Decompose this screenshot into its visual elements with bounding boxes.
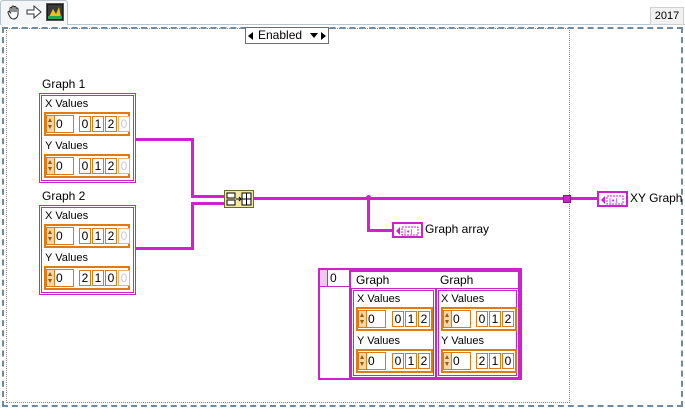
index-spinner-icon[interactable] [359,353,367,369]
element-0-y-index[interactable]: 0 [358,352,386,370]
element-0-y-value[interactable]: 1 [405,353,417,369]
case-selector-label: Enabled [258,28,303,42]
element-1-label: Graph [440,273,474,287]
graph2-y-value[interactable]: 0 [105,270,117,286]
element-1-y-value[interactable]: 0 [502,353,514,369]
toolbar-separator [68,24,685,25]
element-1-x-value[interactable]: 0 [476,311,488,327]
wire-junction [366,195,371,200]
wire-graph2-h[interactable] [135,247,194,250]
graph2-x-label: X Values [45,210,89,222]
case-selector[interactable]: Enabled [245,27,329,44]
wire-graph1-h[interactable] [135,138,194,141]
element-0-y-value[interactable]: 0 [392,353,404,369]
wire-build-array-out[interactable] [254,197,597,200]
wire-graph1-v[interactable] [191,138,194,198]
build-array-node[interactable] [224,190,254,208]
svg-text:I•I: I•I [404,228,412,236]
build-array-icon [226,192,252,206]
xy-graph-label: XY Graph [630,191,683,205]
element-1-x-label: X Values [441,293,485,305]
index-spinner-icon[interactable] [47,158,55,174]
cluster-terminal-icon: I•I [396,226,419,236]
graph-array-label: Graph array [425,222,490,236]
graph2-y-value[interactable]: 0 [118,270,130,286]
graph-array-terminal[interactable]: I•I [392,222,423,238]
element-1-y-value[interactable]: 1 [489,353,501,369]
element-1-y-value[interactable]: 2 [476,353,488,369]
array-index-box[interactable]: 0 [319,269,351,287]
graph2-y-value[interactable]: 2 [79,270,91,286]
vi-icon[interactable] [46,3,64,21]
arrow-right-icon[interactable] [26,4,42,20]
element-0-x-label: X Values [357,293,401,305]
graph1-x-value[interactable]: 0 [118,116,130,132]
svg-text:I•I: I•I [609,197,617,205]
element-0-x-index[interactable]: 0 [358,310,386,328]
cluster-terminal-icon: I•I [601,195,624,205]
element-1-x-value[interactable]: 2 [502,311,514,327]
index-spinner-icon[interactable] [47,270,55,286]
graph1-x-value[interactable]: 2 [105,116,117,132]
graph1-y-label: Y Values [45,140,89,152]
element-1-x-index[interactable]: 0 [443,310,471,328]
wire-branch-v[interactable] [367,197,370,232]
hand-icon[interactable] [6,4,22,20]
graph2-x-value[interactable]: 2 [105,228,117,244]
index-spinner-icon[interactable] [444,311,452,327]
index-spinner-icon[interactable] [47,116,55,132]
element-1-y-index[interactable]: 0 [443,352,471,370]
index-spinner-icon[interactable] [359,311,367,327]
graph1-x-index[interactable]: 0 [46,115,74,133]
graph1-x-label: X Values [45,98,89,110]
wire-graph2-v[interactable] [191,202,194,250]
graph1-x-value[interactable]: 1 [92,116,104,132]
xy-graph-terminal[interactable]: I•I [597,191,628,207]
graph2-x-value[interactable]: 1 [92,228,104,244]
wire-graph1-in[interactable] [191,195,224,198]
version-label: 2017 [654,10,680,22]
element-1-y-label: Y Values [441,335,485,347]
graph1-y-index[interactable]: 0 [46,157,74,175]
element-0-x-value[interactable]: 0 [392,311,404,327]
element-0-x-value[interactable]: 1 [405,311,417,327]
graph2-y-value[interactable]: 1 [92,270,104,286]
graph1-label: Graph 1 [42,77,86,91]
chevron-down-icon[interactable] [310,33,318,38]
graph2-x-value[interactable]: 0 [118,228,130,244]
graph2-x-index[interactable]: 0 [46,227,74,245]
graph2-label: Graph 2 [42,189,86,203]
index-spinner-icon[interactable] [444,353,452,369]
element-0-y-label: Y Values [357,335,401,347]
wire-branch-h[interactable] [367,229,392,232]
graph1-y-value[interactable]: 0 [79,158,91,174]
index-spinner-icon[interactable] [320,270,328,286]
graph1-x-value[interactable]: 0 [79,116,91,132]
wire-graph2-in[interactable] [191,202,224,205]
graph1-y-value[interactable]: 2 [105,158,117,174]
tunnel[interactable] [563,195,571,203]
graph2-y-label: Y Values [45,252,89,264]
array-index-value: 0 [330,271,337,285]
element-1-x-value[interactable]: 1 [489,311,501,327]
case-prev-icon[interactable] [248,32,253,40]
version-badge: 2017 [650,7,684,25]
element-0-x-value[interactable]: 2 [418,311,430,327]
case-next-icon[interactable] [321,32,326,40]
graph2-x-value[interactable]: 0 [79,228,91,244]
graph1-y-value[interactable]: 1 [92,158,104,174]
index-spinner-icon[interactable] [47,228,55,244]
graph2-y-index[interactable]: 0 [46,269,74,287]
graph1-y-value[interactable]: 0 [118,158,130,174]
element-0-label: Graph [356,273,390,287]
element-0-y-value[interactable]: 2 [418,353,430,369]
